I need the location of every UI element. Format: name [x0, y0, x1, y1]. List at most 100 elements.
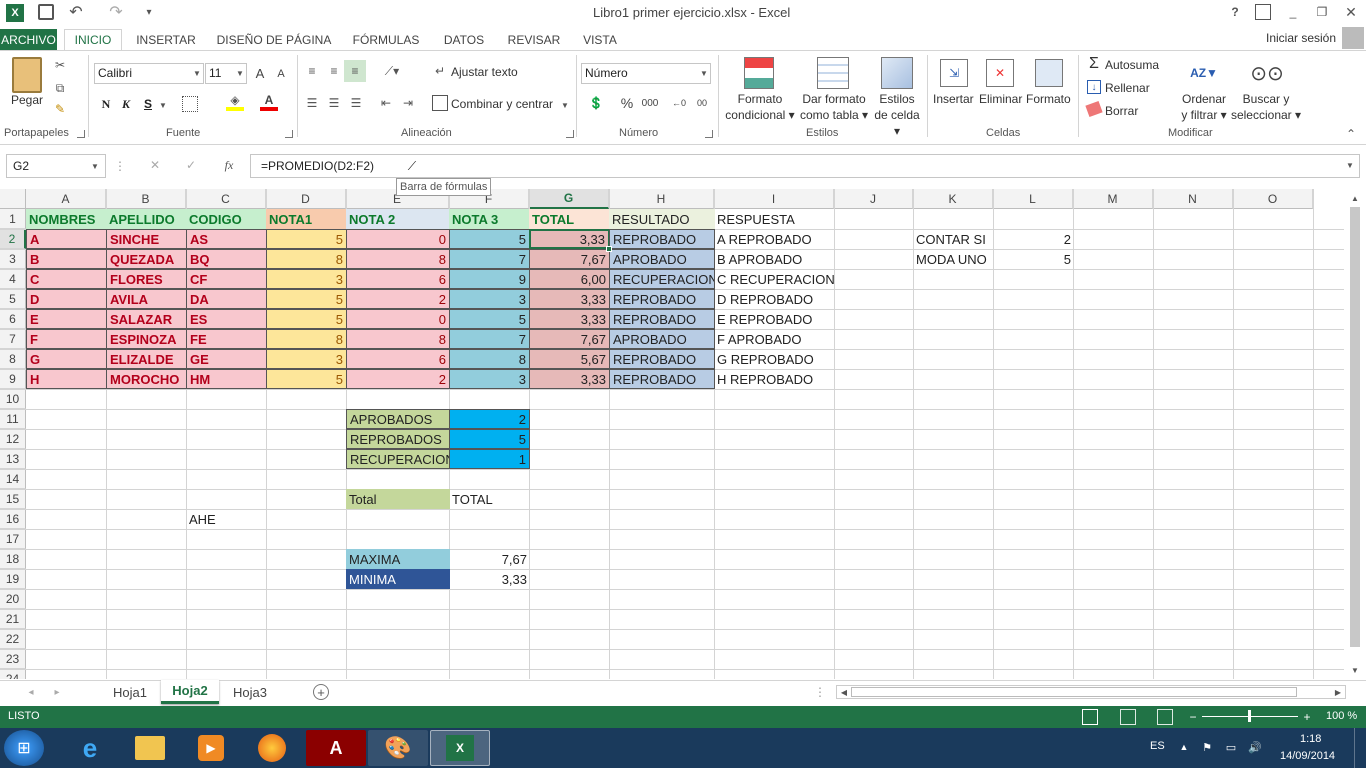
- vertical-scrollbar[interactable]: ▲ ▼: [1348, 189, 1362, 679]
- grade-cell[interactable]: 6: [346, 349, 450, 369]
- increase-decimal-icon[interactable]: ←0: [670, 95, 688, 111]
- surname-cell[interactable]: AVILA: [106, 289, 187, 309]
- code-cell[interactable]: FE: [186, 329, 267, 349]
- page-break-view-icon[interactable]: [1157, 709, 1173, 725]
- name-cell[interactable]: E: [26, 309, 107, 329]
- summary-value[interactable]: 5: [449, 429, 530, 449]
- format-cells-icon[interactable]: [1035, 59, 1063, 87]
- tab-formulas[interactable]: FÓRMULAS: [346, 29, 426, 50]
- sort-filter-button[interactable]: Ordenar y filtrar ▾: [1178, 91, 1230, 123]
- grade-cell[interactable]: 7: [449, 249, 530, 269]
- autosum-icon[interactable]: Σ: [1086, 55, 1102, 72]
- grade-cell[interactable]: 5: [266, 289, 347, 309]
- network-icon[interactable]: ▭: [1224, 740, 1238, 754]
- row-header[interactable]: 20: [0, 589, 26, 609]
- scroll-up-icon[interactable]: ▲: [1348, 191, 1362, 205]
- borders-icon[interactable]: [182, 96, 198, 112]
- name-cell[interactable]: B: [26, 249, 107, 269]
- flag-icon[interactable]: ⚑: [1200, 740, 1214, 754]
- minimize-icon[interactable]: _: [1284, 3, 1302, 21]
- align-middle-icon[interactable]: ≡: [326, 63, 342, 79]
- autosum-button[interactable]: Autosuma: [1105, 58, 1159, 72]
- row-header[interactable]: 4: [0, 269, 26, 289]
- name-cell[interactable]: C: [26, 269, 107, 289]
- row-header[interactable]: 6: [0, 309, 26, 329]
- header-cell[interactable]: APELLIDO: [106, 209, 187, 229]
- row-header[interactable]: 13: [0, 449, 26, 469]
- fill-button[interactable]: Rellenar: [1105, 81, 1150, 95]
- decrease-decimal-icon[interactable]: 00: [693, 95, 711, 111]
- delete-cells-icon[interactable]: ✕: [986, 59, 1014, 87]
- copy-icon[interactable]: ⧉: [52, 80, 68, 96]
- result-cell[interactable]: RECUPERACION: [609, 269, 715, 289]
- paste-button[interactable]: Pegar: [11, 93, 43, 107]
- paste-icon[interactable]: [12, 57, 42, 93]
- chevron-down-icon[interactable]: ▼: [90, 160, 100, 172]
- next-sheet-icon[interactable]: ▸: [50, 685, 64, 699]
- name-cell[interactable]: D: [26, 289, 107, 309]
- chevron-down-icon[interactable]: ▼: [235, 67, 245, 79]
- name-cell[interactable]: H: [26, 369, 107, 389]
- code-cell[interactable]: AS: [186, 229, 267, 249]
- row-header[interactable]: 16: [0, 509, 26, 529]
- name-cell[interactable]: A: [26, 229, 107, 249]
- column-header[interactable]: G: [529, 189, 609, 209]
- total-cell[interactable]: 3,33: [529, 289, 610, 309]
- row-header[interactable]: 5: [0, 289, 26, 309]
- summary-label[interactable]: RECUPERACION: [346, 449, 450, 469]
- surname-cell[interactable]: QUEZADA: [106, 249, 187, 269]
- format-table-icon[interactable]: [817, 57, 849, 89]
- column-header[interactable]: D: [266, 189, 346, 209]
- row-header[interactable]: 15: [0, 489, 26, 509]
- row-header[interactable]: 9: [0, 369, 26, 389]
- eraser-icon[interactable]: [1085, 100, 1103, 118]
- code-cell[interactable]: BQ: [186, 249, 267, 269]
- total-label[interactable]: Total: [346, 489, 450, 509]
- result-cell[interactable]: REPROBADO: [609, 289, 715, 309]
- sheet-tab-hoja3[interactable]: Hoja3: [224, 681, 276, 703]
- summary-label[interactable]: APROBADOS: [346, 409, 450, 429]
- answer-cell[interactable]: H REPROBADO: [714, 369, 835, 389]
- header-cell[interactable]: NOMBRES: [26, 209, 107, 229]
- side-value[interactable]: 2: [993, 229, 1074, 249]
- header-cell[interactable]: RESPUESTA: [714, 209, 835, 229]
- align-bottom-icon[interactable]: ≡: [344, 60, 366, 82]
- column-header[interactable]: H: [609, 189, 714, 209]
- grade-cell[interactable]: 7: [449, 329, 530, 349]
- dialog-launcher-icon[interactable]: [705, 130, 713, 138]
- summary-value[interactable]: 1: [449, 449, 530, 469]
- chevron-down-icon[interactable]: ▼: [560, 99, 570, 111]
- volume-icon[interactable]: 🔊: [1248, 740, 1262, 754]
- wrap-text-icon[interactable]: ↵: [432, 63, 448, 79]
- grade-cell[interactable]: 5: [266, 229, 347, 249]
- conditional-format-icon[interactable]: [744, 57, 774, 89]
- font-color-icon[interactable]: A: [260, 93, 278, 111]
- sort-filter-icon[interactable]: AZ▼: [1188, 57, 1220, 89]
- row-header[interactable]: 8: [0, 349, 26, 369]
- excel-taskbar-icon[interactable]: X: [430, 730, 490, 766]
- increase-indent-icon[interactable]: ⇥: [400, 95, 416, 111]
- grade-cell[interactable]: 5: [266, 369, 347, 389]
- grade-cell[interactable]: 9: [449, 269, 530, 289]
- currency-icon[interactable]: 💲: [585, 95, 607, 111]
- row-header[interactable]: 19: [0, 569, 26, 589]
- row-header[interactable]: 3: [0, 249, 26, 269]
- grade-cell[interactable]: 5: [449, 229, 530, 249]
- cancel-icon[interactable]: ✕: [146, 156, 164, 174]
- tab-insertar[interactable]: INSERTAR: [132, 29, 200, 50]
- find-select-button[interactable]: Buscar y seleccionar ▾: [1230, 91, 1302, 123]
- ie-icon[interactable]: e: [60, 730, 120, 766]
- tab-diseno[interactable]: DISEÑO DE PÁGINA: [212, 29, 336, 50]
- result-cell[interactable]: REPROBADO: [609, 369, 715, 389]
- grade-cell[interactable]: 5: [266, 309, 347, 329]
- surname-cell[interactable]: ELIZALDE: [106, 349, 187, 369]
- thousands-button[interactable]: 000: [640, 95, 660, 111]
- prev-sheet-icon[interactable]: ◂: [24, 685, 38, 699]
- zoom-slider-thumb[interactable]: [1248, 710, 1251, 722]
- tab-datos[interactable]: DATOS: [436, 29, 492, 50]
- chevron-down-icon[interactable]: ▼: [1344, 158, 1356, 172]
- total-cell[interactable]: 5,67: [529, 349, 610, 369]
- answer-cell[interactable]: C RECUPERACION: [714, 269, 835, 289]
- column-header[interactable]: L: [993, 189, 1073, 209]
- column-header[interactable]: C: [186, 189, 266, 209]
